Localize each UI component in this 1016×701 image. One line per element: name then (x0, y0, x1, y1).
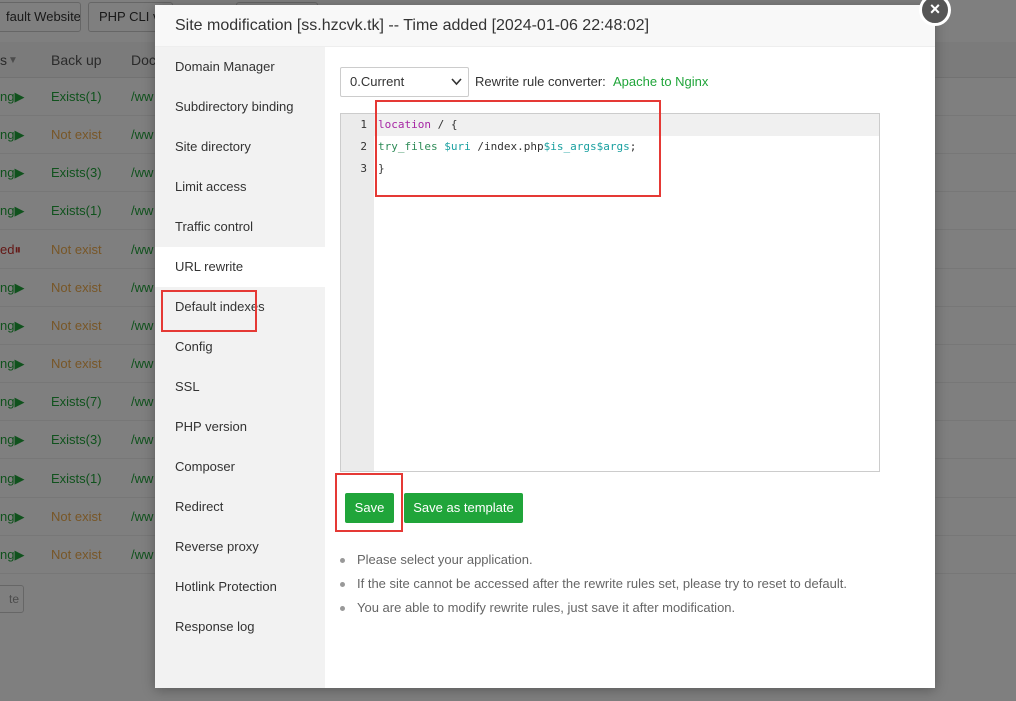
tip-item: Please select your application. (340, 548, 847, 572)
sidebar-item-domain-manager[interactable]: Domain Manager (155, 47, 325, 87)
tips-list: Please select your application. If the s… (340, 548, 847, 620)
sidebar-item-site-directory[interactable]: Site directory (155, 127, 325, 167)
save-highlight-box (335, 473, 403, 532)
sidebar-item-url-rewrite[interactable]: URL rewrite (155, 247, 325, 287)
select-value: 0.Current (350, 74, 405, 89)
url-rewrite-highlight-box (161, 290, 257, 332)
sidebar-item-ssl[interactable]: SSL (155, 367, 325, 407)
sidebar-item-limit-access[interactable]: Limit access (155, 167, 325, 207)
line-number: 2 (360, 140, 367, 153)
line-number: 1 (360, 118, 367, 131)
sidebar-item-hotlink-protection[interactable]: Hotlink Protection (155, 567, 325, 607)
rewrite-template-select[interactable]: 0.Current (340, 67, 469, 97)
sidebar-item-composer[interactable]: Composer (155, 447, 325, 487)
code-highlight-box (375, 100, 661, 197)
sidebar-item-response-log[interactable]: Response log (155, 607, 325, 647)
converter-label: Rewrite rule converter: (475, 74, 606, 89)
site-modification-modal: Site modification [ss.hzcvk.tk] -- Time … (155, 0, 951, 688)
code-editor[interactable]: 1 location / {2 try_files $uri /index.php$… (340, 100, 880, 472)
modal-title: Site modification [ss.hzcvk.tk] -- Time … (155, 5, 935, 47)
sidebar-item-redirect[interactable]: Redirect (155, 487, 325, 527)
apache-to-nginx-link[interactable]: Apache to Nginx (613, 67, 708, 97)
sidebar-item-php-version[interactable]: PHP version (155, 407, 325, 447)
tip-item: You are able to modify rewrite rules, ju… (340, 596, 847, 620)
sidebar-item-config[interactable]: Config (155, 327, 325, 367)
sidebar-item-reverse-proxy[interactable]: Reverse proxy (155, 527, 325, 567)
url-rewrite-panel: 0.Current Rewrite rule converter: Apache… (325, 47, 935, 688)
sidebar-item-subdirectory-binding[interactable]: Subdirectory binding (155, 87, 325, 127)
save-as-template-button[interactable]: Save as template (404, 493, 523, 523)
tip-item: If the site cannot be accessed after the… (340, 572, 847, 596)
sidebar-item-traffic-control[interactable]: Traffic control (155, 207, 325, 247)
line-number: 3 (360, 162, 367, 175)
modal-sidebar: Domain Manager Subdirectory binding Site d… (155, 47, 325, 688)
